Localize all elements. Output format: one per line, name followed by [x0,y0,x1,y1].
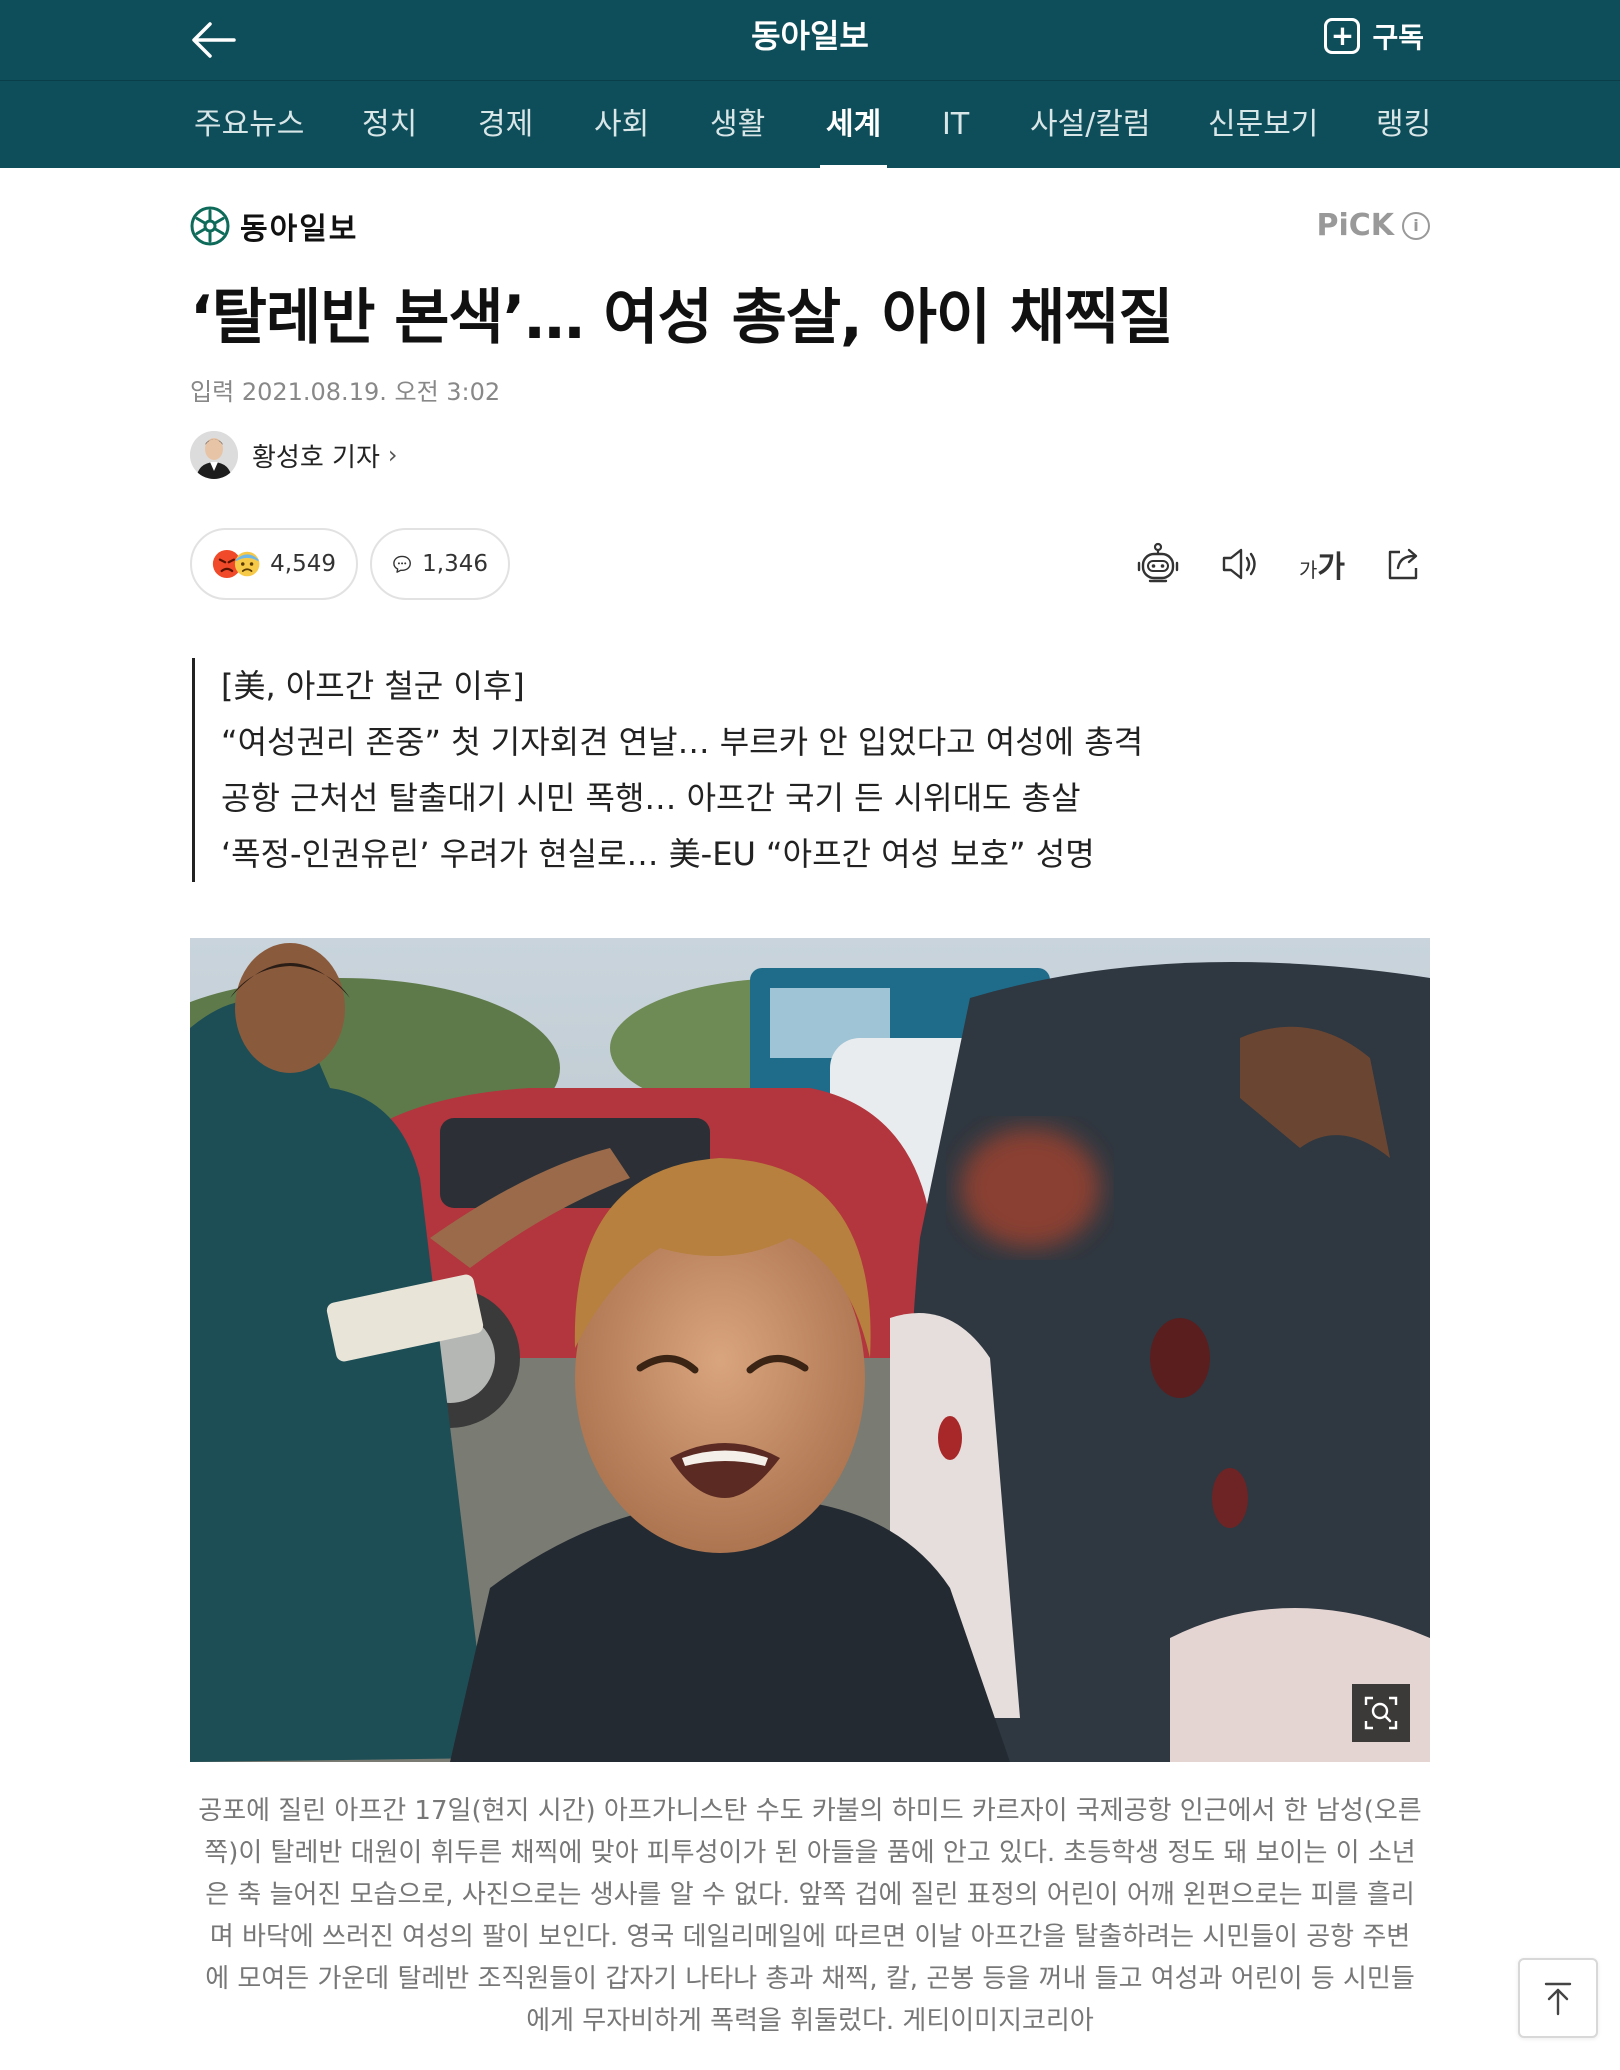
article-headline: ‘탈레반 본색’… 여성 총살, 아이 채찍질 [190,283,1174,353]
pick-label: PiCK [1316,208,1394,243]
summary-line: 공항 근처선 탈출대기 시민 폭행… 아프간 국기 든 시위대도 총살 [221,779,1081,817]
subscribe-label: 구독 [1372,21,1424,54]
nav-item-editorial[interactable]: 사설/칼럼 [1030,81,1151,169]
pick-badge[interactable]: PiCK i [1316,208,1430,243]
press-name: 동아일보 [240,212,359,247]
reaction-count: 4,549 [270,551,336,577]
author-name: 황성호 기자 [252,442,380,473]
nav-item-society[interactable]: 사회 [594,81,649,169]
photo-image [190,938,1430,1762]
listen-button[interactable] [1212,536,1268,592]
chevron-right-icon: › [387,441,398,469]
nav-item-world[interactable]: 세계 [819,81,888,169]
scroll-top-button[interactable] [1518,1958,1598,2038]
reaction-button[interactable]: 4,549 [190,528,358,600]
author-link[interactable]: 황성호 기자 › [190,430,397,480]
subscribe-button[interactable]: + 구독 [1324,14,1424,58]
font-size-icon: 가가 [1298,550,1345,585]
comment-button[interactable]: 1,346 [370,528,510,600]
press-brand[interactable]: 동아일보 [190,204,358,248]
font-size-button[interactable]: 가가 [1294,536,1350,592]
photo-zoom-button[interactable] [1352,1684,1410,1742]
photo-caption: 공포에 질린 아프간 17일(현지 시간) 아프가니스탄 수도 카불의 하미드 … [198,1796,1422,2036]
speaker-icon [1222,548,1256,580]
snowflake-logo-icon [190,206,230,246]
plus-square-icon: + [1324,18,1361,54]
speech-bubble-icon [393,555,411,573]
back-button[interactable] [186,12,242,68]
info-circle-icon: i [1402,211,1430,240]
summary-bot-button[interactable] [1130,536,1186,592]
sad-face-icon [234,551,260,577]
nav-item-economy[interactable]: 경제 [478,81,533,169]
article-dateline: 입력 2021.08.19. 오전 3:02 [190,372,500,407]
nav-item-ranking[interactable]: 랭킹 [1376,81,1431,169]
arrow-up-icon [1544,1982,1572,2016]
article-photo[interactable] [190,938,1430,1762]
nav-item-politics[interactable]: 정치 [362,81,417,169]
publish-date: 2021.08.19. 오전 3:02 [241,378,501,406]
nav-item-it[interactable]: IT [942,81,969,169]
nav-item-life[interactable]: 생활 [710,81,765,169]
arrow-left-icon [192,22,236,58]
comment-count: 1,346 [422,551,488,577]
article-summary: [美, 아프간 철군 이후] “여성권리 존중” 첫 기자회견 연날… 부르카 … [192,658,1143,882]
author-avatar [190,431,238,479]
summary-line: “여성권리 존중” 첫 기자회견 연날… 부르카 안 입었다고 여성에 총격 [221,723,1144,761]
robot-icon [1137,542,1179,583]
date-label: 입력 [190,378,235,406]
zoom-icon [1364,1696,1398,1730]
summary-line: [美, 아프간 철군 이후] [221,667,525,705]
share-icon [1388,548,1418,580]
share-button[interactable] [1376,536,1432,592]
top-header: 동아일보 + 구독 [0,0,1620,80]
nav-item-newspaper[interactable]: 신문보기 [1208,81,1318,169]
summary-line: ‘폭정-인권유린’ 우려가 현실로… 美-EU “아프간 여성 보호” 성명 [221,835,1095,873]
nav-item-main-news[interactable]: 주요뉴스 [194,81,304,169]
section-nav: 주요뉴스 정치 경제 사회 생활 세계 IT 사설/칼럼 신문보기 랭킹 [0,80,1620,169]
